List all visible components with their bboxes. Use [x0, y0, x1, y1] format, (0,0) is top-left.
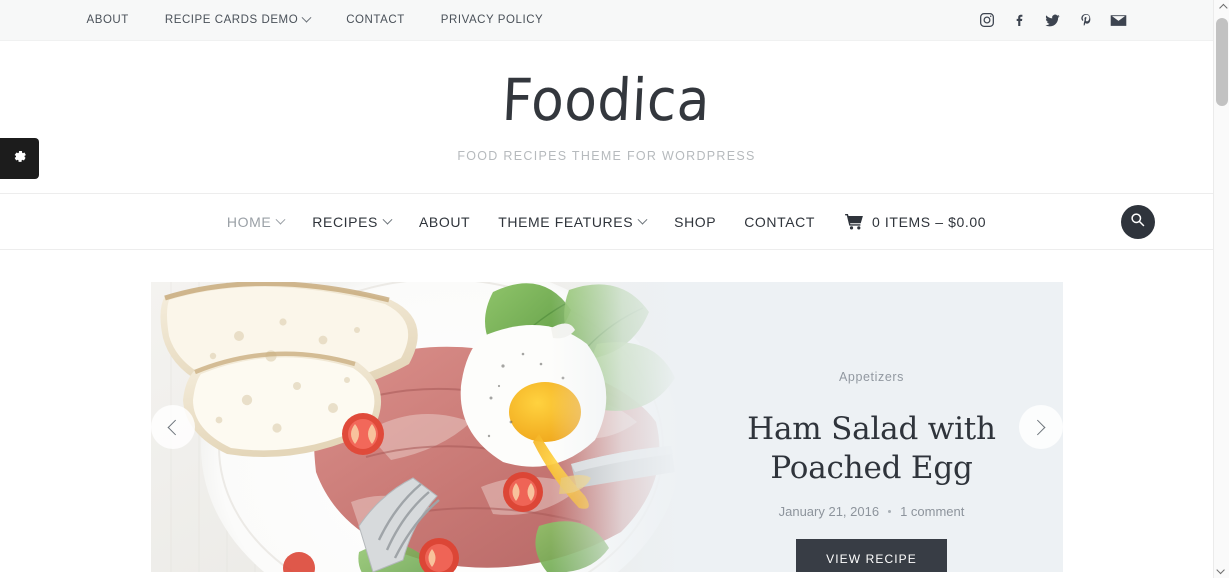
nav-label: THEME FEATURES [498, 214, 634, 230]
chevron-left-icon [167, 419, 184, 435]
nav-item-home[interactable]: HOME [213, 214, 298, 230]
nav-label: CONTACT [744, 214, 816, 230]
search-button[interactable] [1120, 205, 1155, 239]
chevron-right-icon [1029, 419, 1046, 435]
topnav-label: ABOUT [86, 14, 129, 26]
scrollbar-up-button[interactable] [1214, 0, 1229, 16]
topnav-item-about[interactable]: ABOUT [77, 14, 147, 26]
scrollbar-down-button[interactable] [1214, 562, 1229, 578]
facebook-icon[interactable] [1010, 10, 1030, 30]
page-scrollbar[interactable] [1213, 0, 1229, 578]
chevron-down-icon [275, 214, 286, 225]
featured-slider: Appetizers Ham Salad with Poached Egg Ja… [150, 282, 1063, 572]
ham-salad-photo [150, 282, 681, 572]
chevron-down-icon [637, 214, 648, 225]
nav-item-shop[interactable]: SHOP [660, 214, 730, 230]
site-tagline: FOOD RECIPES THEME FOR WORDPRESS [457, 149, 756, 163]
top-navigation: ABOUT RECIPE CARDS DEMO CONTACT PRIVACY … [77, 12, 562, 26]
topnav-label: RECIPE CARDS DEMO [164, 14, 299, 26]
slide-image [150, 282, 681, 572]
chevron-down-icon [1216, 565, 1225, 575]
topnav-item-recipe-cards-demo[interactable]: RECIPE CARDS DEMO [147, 12, 328, 26]
topnav-label: PRIVACY POLICY [440, 14, 544, 26]
social-links [977, 10, 1137, 30]
nav-item-about[interactable]: ABOUT [405, 214, 484, 230]
topnav-item-contact[interactable]: CONTACT [328, 14, 423, 26]
slide-meta: January 21, 2016 1 comment [779, 504, 965, 519]
slide-category[interactable]: Appetizers [839, 370, 904, 384]
nav-label: ABOUT [418, 214, 471, 230]
shopping-cart-icon [845, 214, 863, 230]
slider-next-button[interactable] [1018, 405, 1063, 449]
browser-page: ABOUT RECIPE CARDS DEMO CONTACT PRIVACY … [0, 0, 1229, 578]
search-icon [1130, 212, 1145, 232]
slide-title[interactable]: Ham Salad with Poached Egg [681, 410, 1063, 489]
cart-link[interactable]: 0 ITEMS – $0.00 [829, 214, 1000, 230]
site-branding: Foodica FOOD RECIPES THEME FOR WORDPRESS [0, 41, 1213, 193]
cart-label: 0 ITEMS – $0.00 [872, 214, 987, 230]
slider-prev-button[interactable] [150, 405, 195, 449]
chevron-down-icon [382, 214, 393, 225]
nav-item-contact[interactable]: CONTACT [730, 214, 829, 230]
scrollbar-thumb[interactable] [1216, 18, 1228, 106]
nav-label: SHOP [674, 214, 717, 230]
nav-label: RECIPES [312, 214, 378, 230]
site-logo[interactable]: Foodica [501, 66, 712, 134]
slide-date: January 21, 2016 [778, 503, 880, 519]
chevron-up-icon [1219, 3, 1228, 13]
top-utility-bar: ABOUT RECIPE CARDS DEMO CONTACT PRIVACY … [0, 0, 1213, 41]
instagram-icon[interactable] [977, 10, 997, 30]
hero-section: Appetizers Ham Salad with Poached Egg Ja… [0, 250, 1213, 572]
nav-item-recipes[interactable]: RECIPES [298, 214, 405, 230]
theme-options-tab[interactable] [0, 138, 39, 179]
meta-separator-dot [888, 509, 892, 513]
email-icon[interactable] [1109, 10, 1129, 30]
twitter-icon[interactable] [1043, 10, 1063, 30]
topnav-label: CONTACT [346, 14, 405, 26]
view-recipe-button[interactable]: VIEW RECIPE [796, 538, 947, 572]
main-navigation-bar: HOME RECIPES ABOUT THEME FEATURES SHOP C… [0, 193, 1213, 250]
page-viewport: ABOUT RECIPE CARDS DEMO CONTACT PRIVACY … [0, 0, 1213, 578]
nav-item-theme-features[interactable]: THEME FEATURES [484, 214, 660, 230]
slide-comment-count[interactable]: 1 comment [900, 504, 964, 519]
slide-content: Appetizers Ham Salad with Poached Egg Ja… [681, 282, 1063, 572]
gear-icon [11, 148, 28, 170]
nav-label: HOME [226, 214, 272, 230]
topnav-item-privacy-policy[interactable]: PRIVACY POLICY [423, 14, 562, 26]
pinterest-icon[interactable] [1076, 10, 1096, 30]
chevron-down-icon [301, 12, 312, 23]
